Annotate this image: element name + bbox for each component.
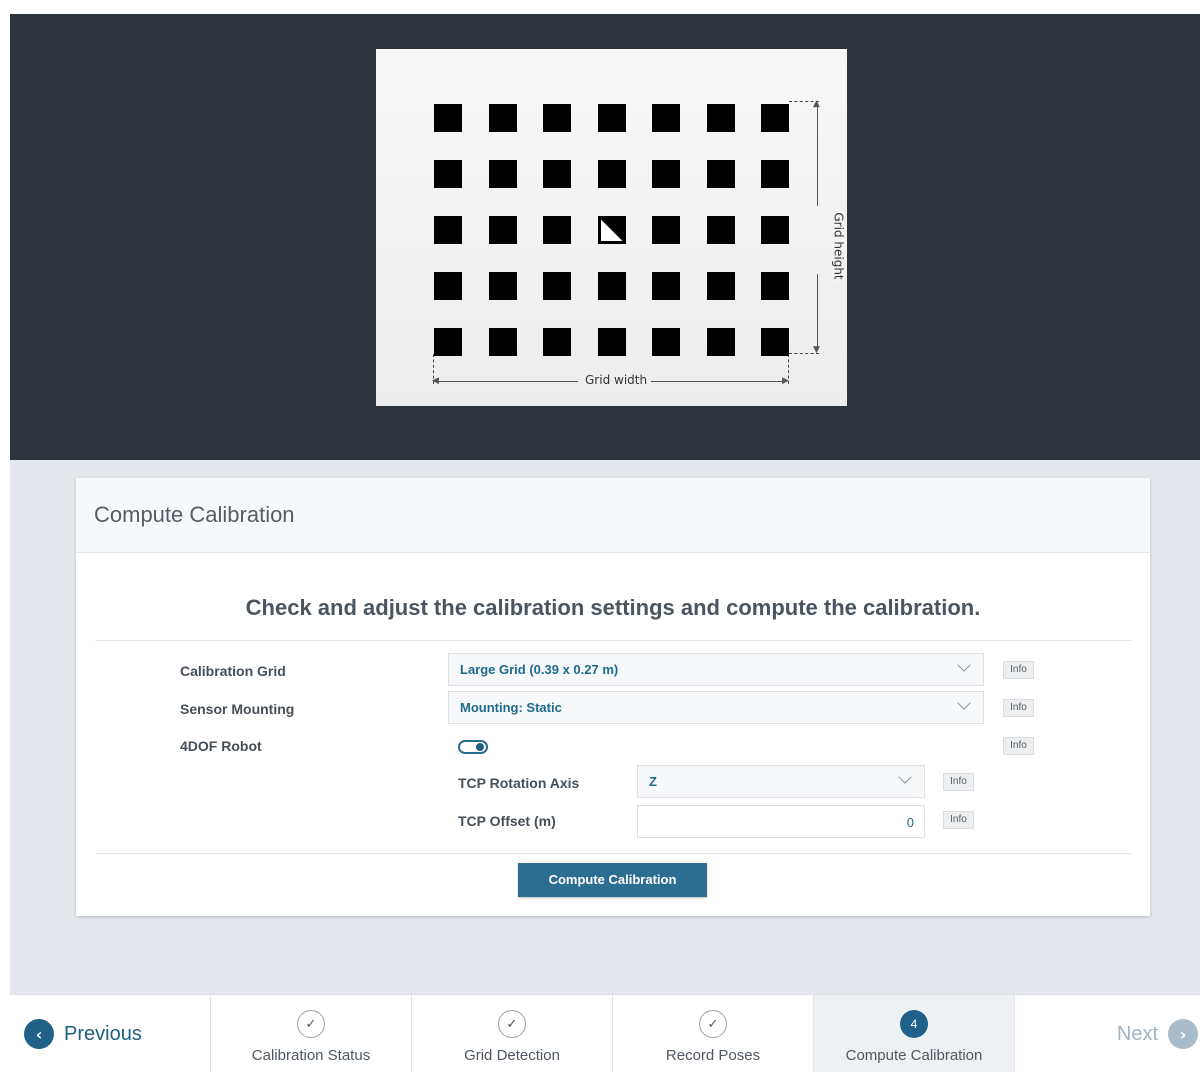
grid-square (488, 272, 517, 300)
calibration-grid-info-button[interactable]: Info (1003, 661, 1034, 679)
chevron-down-icon (898, 770, 912, 784)
calibration-grid-select[interactable]: Large Grid (0.39 x 0.27 m) (448, 653, 984, 686)
grid-square (761, 216, 789, 244)
tcp-rotation-axis-select[interactable]: Z (637, 765, 925, 798)
toggle-knob (476, 743, 484, 751)
grid-square (706, 160, 735, 188)
check-icon: ✓ (297, 1010, 325, 1038)
robot-4dof-label: 4DOF Robot (180, 738, 262, 754)
sensor-mounting-value: Mounting: Static (460, 700, 562, 715)
next-label: Next (1116, 1022, 1158, 1045)
grid-square (434, 272, 462, 300)
tcp-rotation-axis-label: TCP Rotation Axis (458, 775, 580, 791)
grid-square (706, 272, 735, 300)
previous-label: Previous (64, 1022, 142, 1045)
width-dimension-line-left (438, 381, 578, 382)
step-label: Compute Calibration (845, 1047, 983, 1064)
grid-square (488, 328, 517, 356)
divider (95, 640, 1131, 641)
arrow-up-icon: ▲ (813, 99, 820, 109)
arrow-down-icon: ▼ (813, 345, 820, 355)
step-grid-detection[interactable]: ✓ Grid Detection (411, 995, 612, 1072)
grid-square (761, 160, 789, 188)
grid-origin-marker (597, 216, 626, 244)
grid-square (488, 216, 517, 244)
next-button[interactable]: Next › (1014, 995, 1200, 1072)
wizard-step-nav: ‹ Previous ✓ Calibration Status ✓ Grid D… (10, 994, 1200, 1072)
step-number-badge: 4 (900, 1010, 928, 1038)
card-title: Compute Calibration (94, 502, 295, 527)
grid-square (652, 272, 680, 300)
divider (95, 853, 1131, 854)
grid-square (543, 216, 571, 244)
grid-square (597, 272, 626, 300)
grid-square (434, 328, 462, 356)
robot-4dof-toggle[interactable] (458, 740, 488, 754)
grid-square (434, 104, 462, 132)
chevron-right-icon: › (1168, 1019, 1198, 1049)
card-header: Compute Calibration (76, 478, 1150, 553)
grid-square (597, 160, 626, 188)
step-record-poses[interactable]: ✓ Record Poses (612, 995, 813, 1072)
grid-width-label: Grid width (581, 373, 652, 387)
sensor-mounting-label: Sensor Mounting (180, 701, 295, 717)
grid-square (706, 104, 735, 132)
tcp-rotation-axis-info-button[interactable]: Info (943, 773, 974, 791)
grid-square (597, 328, 626, 356)
grid-square (652, 160, 680, 188)
calibration-grid-value: Large Grid (0.39 x 0.27 m) (460, 662, 619, 677)
instruction-headline: Check and adjust the calibration setting… (245, 595, 981, 620)
grid-height-label: Grid height (831, 208, 846, 284)
step-label: Grid Detection (464, 1047, 560, 1064)
grid-square (652, 104, 680, 132)
calibration-grid-board: ▲ ▼ Grid height ◀ ▶ Grid width (376, 49, 847, 406)
grid-square (706, 328, 735, 356)
calibration-grid-visual: ▲ ▼ Grid height ◀ ▶ Grid width (10, 14, 1200, 460)
compute-calibration-button[interactable]: Compute Calibration (518, 863, 707, 897)
tcp-offset-input[interactable]: 0 (637, 805, 925, 838)
height-dimension-line-top (817, 106, 818, 206)
previous-button[interactable]: ‹ Previous (10, 995, 210, 1072)
grid-square (761, 272, 789, 300)
page: ▲ ▼ Grid height ◀ ▶ Grid width Compute C… (10, 14, 1200, 1072)
arrow-left-icon: ◀ (432, 376, 439, 386)
grid-square (543, 104, 571, 132)
grid-square (543, 160, 571, 188)
tcp-offset-info-button[interactable]: Info (943, 811, 974, 829)
robot-4dof-info-button[interactable]: Info (1003, 737, 1034, 755)
check-icon: ✓ (699, 1010, 727, 1038)
step-compute-calibration[interactable]: 4 Compute Calibration (813, 995, 1014, 1072)
calibration-grid-label: Calibration Grid (180, 663, 286, 679)
grid-square (434, 216, 462, 244)
tcp-offset-label: TCP Offset (m) (458, 813, 556, 829)
chevron-down-icon (957, 696, 971, 710)
compute-calibration-card: Compute Calibration Check and adjust the… (76, 478, 1150, 916)
width-dimension-line-right (650, 381, 784, 382)
grid-square (706, 216, 735, 244)
grid-square (652, 216, 680, 244)
tcp-rotation-axis-value: Z (649, 774, 657, 789)
step-label: Record Poses (665, 1047, 761, 1064)
height-dimension-line-bottom (817, 274, 818, 349)
step-calibration-status[interactable]: ✓ Calibration Status (210, 995, 411, 1072)
grid-square (488, 160, 517, 188)
grid-square (761, 104, 789, 132)
grid-square (761, 328, 789, 356)
check-icon: ✓ (498, 1010, 526, 1038)
sensor-mounting-info-button[interactable]: Info (1003, 699, 1034, 717)
step-label: Calibration Status (251, 1047, 371, 1064)
grid-square (434, 160, 462, 188)
grid-square (488, 104, 517, 132)
chevron-left-icon: ‹ (24, 1019, 54, 1049)
sensor-mounting-select[interactable]: Mounting: Static (448, 691, 984, 724)
grid-square (597, 104, 626, 132)
grid-square (543, 272, 571, 300)
chevron-down-icon (957, 658, 971, 672)
grid-square (543, 328, 571, 356)
grid-square (652, 328, 680, 356)
arrow-right-icon: ▶ (782, 376, 789, 386)
